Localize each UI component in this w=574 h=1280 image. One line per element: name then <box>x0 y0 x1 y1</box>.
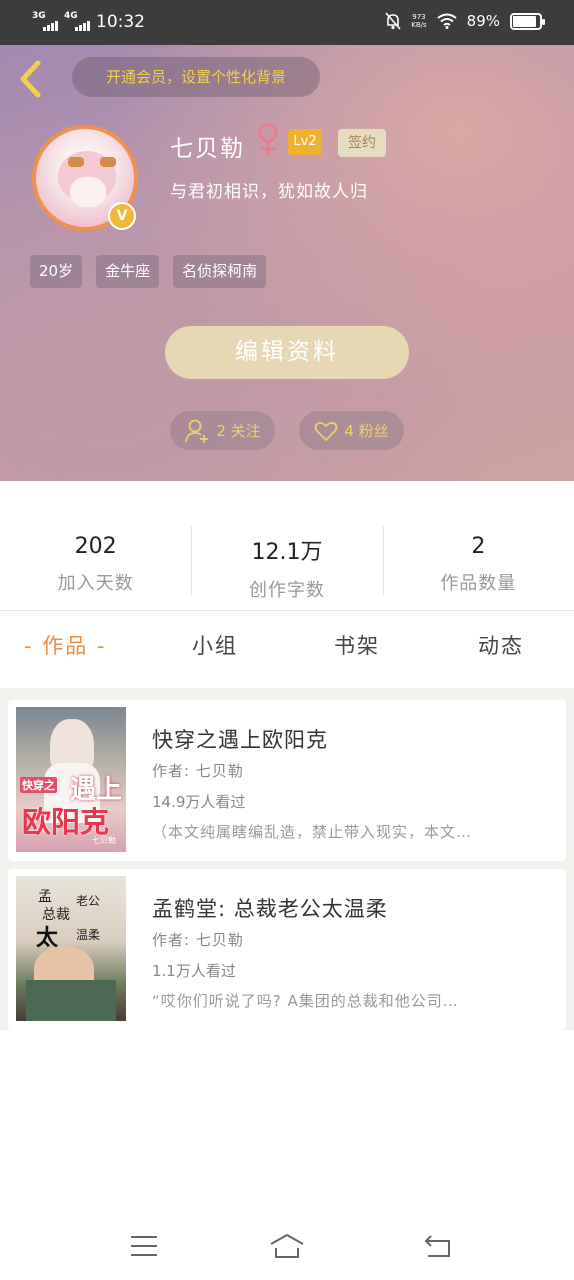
female-icon <box>258 123 278 156</box>
signal-3g-icon: 3G <box>32 11 58 31</box>
work-author: 作者: 七贝勒 <box>152 762 244 780</box>
book-cover[interactable]: 孟 总裁 太 老公 温柔 <box>16 876 126 1021</box>
battery-icon <box>510 12 545 30</box>
vip-banner[interactable]: 开通会员，设置个性化背景 <box>72 57 320 97</box>
tag-zodiac: 金牛座 <box>96 255 160 288</box>
following-count: 2 关注 <box>216 422 261 440</box>
network-speed: 973 KB/s <box>411 13 426 29</box>
work-views: 14.9万人看过 <box>152 793 246 811</box>
work-description: “哎你们听说了吗? A集团的总裁和他公司… <box>152 992 459 1010</box>
stat-label: 创作字数 <box>248 580 325 601</box>
stat-works-count: 2 作品数量 <box>382 524 574 610</box>
signed-badge: 签约 <box>338 129 386 157</box>
stat-label: 作品数量 <box>440 573 517 594</box>
profile-tabs: - 作品 - 小组 书架 动态 <box>0 630 574 675</box>
tab-activity[interactable]: 动态 <box>478 630 524 660</box>
tag-interest: 名侦探柯南 <box>173 255 267 288</box>
cover-title-1: 孟 <box>38 889 52 905</box>
cover-author: 七贝勒 <box>92 836 116 845</box>
heart-icon <box>314 421 338 441</box>
back-icon[interactable] <box>422 1232 454 1260</box>
fans-count: 4 粉丝 <box>344 422 389 440</box>
level-badge: Lv2 <box>288 129 322 155</box>
status-left: 3G 4G 10:32 <box>32 11 145 32</box>
battery-percent: 89% <box>466 12 500 30</box>
avatar-bow-left <box>68 157 84 167</box>
stat-word-count: 12.1万 创作字数 <box>191 524 382 610</box>
chevron-left-icon[interactable] <box>16 59 46 99</box>
username: 七贝勒 <box>170 136 245 162</box>
fans-button[interactable]: 4 粉丝 <box>299 411 404 450</box>
network-speed-unit: KB/s <box>411 21 427 29</box>
bio: 与君初相识，犹如故人归 <box>170 182 368 202</box>
book-cover[interactable]: 快穿之 遇上 欧阳克 七贝勒 <box>16 707 126 852</box>
menu-icon[interactable] <box>128 1232 160 1260</box>
divider <box>0 610 574 611</box>
network-speed-value: 973 <box>412 13 426 21</box>
profile-tags: 20岁 金牛座 名侦探柯南 <box>30 255 267 288</box>
bell-off-icon <box>385 12 401 30</box>
stat-value: 202 <box>74 534 117 559</box>
user-plus-icon <box>185 419 209 443</box>
verified-badge: V <box>108 202 136 230</box>
signal-4g-icon: 4G <box>64 11 90 31</box>
status-right: 973 KB/s 89% <box>385 12 545 30</box>
tag-age: 20岁 <box>30 255 83 288</box>
following-button[interactable]: 2 关注 <box>170 411 275 450</box>
stat-value: 2 <box>471 534 486 559</box>
status-time: 10:32 <box>96 12 145 32</box>
wifi-icon <box>437 13 457 29</box>
home-icon[interactable] <box>268 1232 306 1260</box>
stat-value: 12.1万 <box>251 540 323 565</box>
work-views: 1.1万人看过 <box>152 962 236 980</box>
work-title[interactable]: 孟鹤堂: 总裁老公太温柔 <box>152 893 388 923</box>
tab-groups[interactable]: 小组 <box>192 630 238 660</box>
cover-title-3: 太 <box>36 926 59 951</box>
stat-join-days: 202 加入天数 <box>0 524 191 610</box>
work-author: 作者: 七贝勒 <box>152 931 244 949</box>
tab-bookshelf[interactable]: 书架 <box>334 630 380 660</box>
cover-title-5: 温柔 <box>76 928 101 942</box>
tab-works[interactable]: - 作品 - <box>24 630 107 660</box>
cover-clothes <box>26 980 116 1021</box>
work-card[interactable]: 快穿之 遇上 欧阳克 七贝勒 快穿之遇上欧阳克 作者: 七贝勒 14.9万人看过… <box>8 700 566 861</box>
edit-profile-button[interactable]: 编辑资料 <box>165 326 409 379</box>
cover-title-1: 快穿之 <box>20 777 57 793</box>
network-3g-label: 3G <box>32 11 46 21</box>
status-bar: 3G 4G 10:32 973 KB/s 89% <box>0 0 574 45</box>
avatar-bow-right <box>100 157 116 167</box>
work-title[interactable]: 快穿之遇上欧阳克 <box>152 724 328 754</box>
system-nav-bar <box>0 1214 574 1280</box>
network-4g-label: 4G <box>64 11 78 21</box>
stat-label: 加入天数 <box>57 573 134 594</box>
cover-title-4: 老公 <box>76 894 101 908</box>
work-card[interactable]: 孟 总裁 太 老公 温柔 孟鹤堂: 总裁老公太温柔 作者: 七贝勒 1.1万人看… <box>8 869 566 1030</box>
work-description: （本文纯属瞎编乱造，禁止带入现实，本文… <box>152 823 473 841</box>
battery-level-fill <box>513 15 537 27</box>
profile-header: 开通会员，设置个性化背景 V 七贝勒 Lv2 签约 与君初相识，犹如故人归 20… <box>0 45 574 481</box>
avatar-face <box>70 177 106 207</box>
stats-row: 202 加入天数 12.1万 创作字数 2 作品数量 <box>0 524 574 610</box>
